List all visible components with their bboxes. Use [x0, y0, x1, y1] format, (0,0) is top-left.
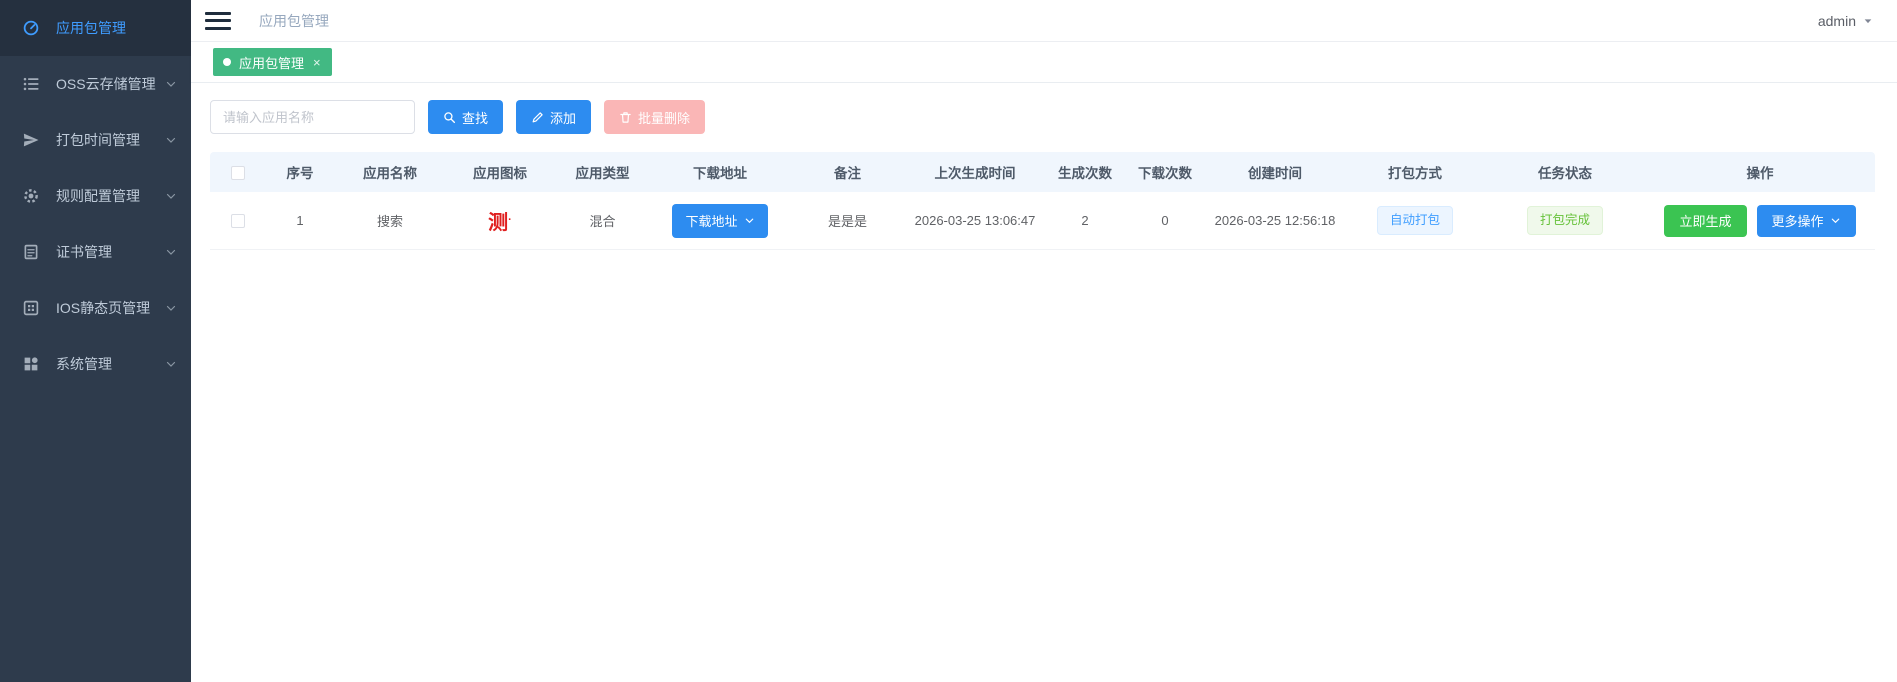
content-area: 查找 添加 批量删除 序: [191, 83, 1897, 682]
app-package-table: 序号 应用名称 应用图标 应用类型 下载地址 备注 上次生成时间 生成次数 下载…: [210, 152, 1875, 250]
trash-icon: [619, 111, 632, 124]
tab-bar: 应用包管理 ×: [191, 42, 1897, 83]
sidebar-item-label: 证书管理: [56, 244, 112, 260]
gear-icon: [22, 187, 40, 205]
search-icon: [443, 111, 456, 124]
add-button[interactable]: 添加: [516, 100, 592, 134]
col-header-package-mode: 打包方式: [1388, 166, 1442, 181]
sidebar-item-label: 打包时间管理: [56, 132, 140, 148]
chevron-down-icon: [165, 302, 177, 314]
col-header-download-count: 下载次数: [1138, 166, 1192, 181]
table-row: 1 搜索 测 混合 下载地址 是是是: [210, 192, 1875, 250]
col-header-app-name: 应用名称: [363, 166, 417, 181]
toolbar: 查找 添加 批量删除: [210, 100, 1875, 134]
sidebar-item-system[interactable]: 系统管理: [0, 336, 191, 392]
cell-last-generated: 2026-03-25 13:06:47: [914, 213, 1036, 228]
chevron-down-icon: [744, 215, 755, 226]
chevron-down-icon: [165, 134, 177, 146]
caret-down-icon: [1863, 16, 1873, 26]
grid-icon: [22, 355, 40, 373]
cell-created-time: 2026-03-25 12:56:18: [1214, 213, 1336, 228]
col-header-index: 序号: [286, 166, 314, 181]
list-icon: [22, 75, 40, 93]
col-header-download-url: 下载地址: [693, 166, 747, 181]
col-header-last-generated: 上次生成时间: [934, 166, 1016, 181]
cell-remark: 是是是: [827, 214, 867, 229]
chevron-down-icon: [1830, 215, 1841, 226]
sidebar-item-rule-config[interactable]: 规则配置管理: [0, 168, 191, 224]
app-name-search-input[interactable]: [210, 100, 415, 134]
breadcrumb: 应用包管理: [259, 12, 329, 29]
cell-download-count: 0: [1161, 213, 1169, 228]
dashboard-icon: [22, 19, 40, 37]
more-actions-dropdown-button[interactable]: 更多操作: [1756, 204, 1856, 237]
table-header-row: 序号 应用名称 应用图标 应用类型 下载地址 备注 上次生成时间 生成次数 下载…: [210, 152, 1875, 192]
cell-app-name: 搜索: [376, 214, 403, 229]
top-header: 应用包管理 admin: [191, 0, 1897, 42]
batch-delete-button[interactable]: 批量删除: [604, 100, 706, 134]
generate-now-button[interactable]: 立即生成: [1664, 204, 1747, 237]
certificate-icon: [22, 243, 40, 261]
send-icon: [22, 131, 40, 149]
app-icon-image: 测: [488, 212, 512, 234]
sidebar-item-label: 规则配置管理: [56, 188, 140, 204]
username-label: admin: [1817, 12, 1856, 29]
tab-label: 应用包管理: [239, 55, 305, 71]
chevron-down-icon: [165, 78, 177, 90]
col-header-task-status: 任务状态: [1538, 166, 1592, 181]
sidebar-item-oss-storage[interactable]: OSS云存储管理: [0, 56, 191, 112]
qrcode-icon: [22, 299, 40, 317]
tab-app-package[interactable]: 应用包管理 ×: [213, 48, 332, 76]
chevron-down-icon: [165, 358, 177, 370]
app-root: 应用包管理 OSS云存储管理 打包时间管理 规则配置管理 证书管理 IOS静态页…: [0, 0, 1897, 682]
col-header-remark: 备注: [834, 166, 861, 181]
col-header-operations: 操作: [1746, 166, 1774, 181]
sidebar-item-package-time[interactable]: 打包时间管理: [0, 112, 191, 168]
download-url-dropdown-button[interactable]: 下载地址: [672, 203, 768, 238]
chevron-down-icon: [165, 246, 177, 258]
sidebar-item-label: OSS云存储管理: [56, 76, 156, 92]
col-header-app-type: 应用类型: [575, 166, 630, 181]
col-header-app-icon: 应用图标: [473, 166, 527, 181]
pencil-icon: [531, 111, 544, 124]
sidebar-item-ios-static-page[interactable]: IOS静态页管理: [0, 280, 191, 336]
hamburger-menu-icon[interactable]: [205, 11, 231, 31]
col-header-created-time: 创建时间: [1248, 166, 1302, 181]
sidebar-item-app-package[interactable]: 应用包管理: [0, 0, 191, 56]
sidebar-item-label: 系统管理: [56, 356, 112, 372]
col-header-generate-count: 生成次数: [1058, 166, 1112, 181]
search-button[interactable]: 查找: [428, 100, 504, 134]
main-area: 应用包管理 admin 应用包管理 × 请输入应用名称 查找 添加 批量删除 序…: [191, 0, 1897, 682]
user-dropdown[interactable]: admin: [1818, 13, 1873, 29]
active-tab-dot-icon: [223, 58, 231, 66]
select-all-checkbox[interactable]: [230, 165, 245, 180]
sidebar-item-certificate[interactable]: 证书管理: [0, 224, 191, 280]
package-mode-badge: 自动打包: [1376, 206, 1453, 235]
sidebar-item-label: 应用包管理: [56, 20, 126, 36]
cell-index: 1: [296, 213, 304, 228]
task-status-badge: 打包完成: [1526, 206, 1603, 235]
sidebar-item-label: IOS静态页管理: [56, 300, 151, 316]
tab-close-icon[interactable]: ×: [312, 56, 322, 69]
cell-app-type: 混合: [589, 214, 616, 229]
row-checkbox[interactable]: [230, 214, 245, 229]
sidebar: 应用包管理 OSS云存储管理 打包时间管理 规则配置管理 证书管理 IOS静态页…: [0, 0, 191, 682]
cell-generate-count: 2: [1081, 213, 1089, 228]
chevron-down-icon: [165, 190, 177, 202]
